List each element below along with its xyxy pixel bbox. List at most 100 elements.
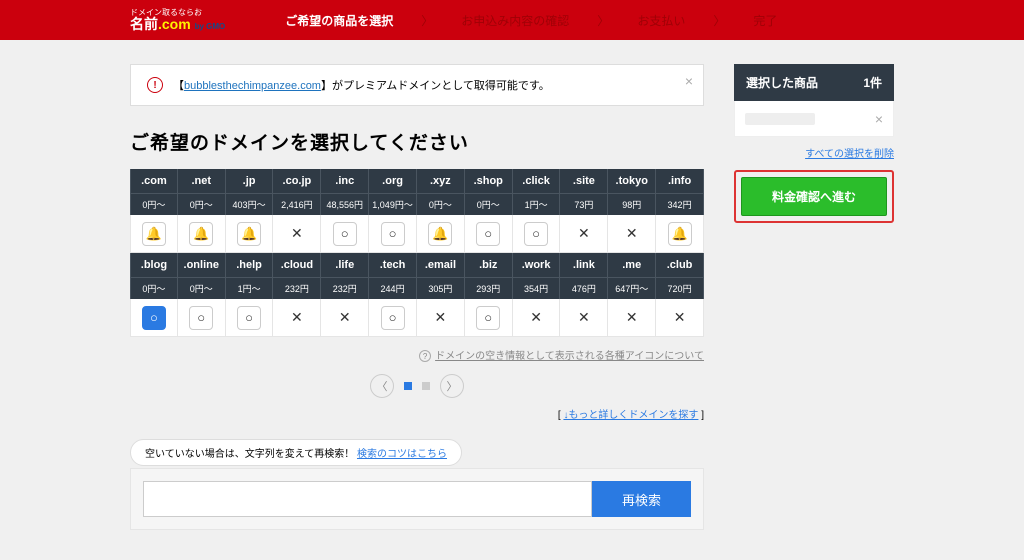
tld-name: .xyz (417, 169, 465, 193)
tld-status-cell[interactable]: ✕ (273, 215, 321, 253)
tld-status-cell[interactable]: ○ (321, 215, 369, 253)
select-circle-icon[interactable]: ○ (333, 222, 357, 246)
proceed-button[interactable]: 料金確認へ進む (741, 177, 887, 216)
tld-price: 1円～ (513, 193, 561, 215)
tld-status-cell[interactable]: ✕ (417, 299, 465, 337)
tld-price-row: 0円～0円～403円～2,416円48,556円1,049円～0円～0円～1円～… (130, 193, 704, 215)
tld-name: .online (178, 253, 226, 277)
bell-icon[interactable]: 🔔 (237, 222, 261, 246)
tld-status-cell[interactable]: ○ (226, 299, 274, 337)
unavailable-icon: ✕ (435, 309, 447, 326)
cart-clear-row: すべての選択を削除 (734, 145, 894, 160)
bell-icon[interactable]: 🔔 (189, 222, 213, 246)
bell-icon[interactable]: 🔔 (142, 222, 166, 246)
tld-name: .tech (369, 253, 417, 277)
select-circle-icon[interactable]: ○ (476, 306, 500, 330)
tld-status-cell[interactable]: ✕ (321, 299, 369, 337)
tld-status-cell[interactable]: ✕ (560, 299, 608, 337)
tld-price-row: 0円～0円～1円～232円232円244円305円293円354円476円647… (130, 277, 704, 299)
tld-price: 305円 (417, 277, 465, 299)
cart-item-remove-icon[interactable]: × (875, 111, 883, 127)
tld-name: .work (513, 253, 561, 277)
tld-price: 476円 (560, 277, 608, 299)
icon-legend-link[interactable]: ドメインの空き情報として表示される各種アイコンについて (435, 351, 704, 362)
pager-next-icon[interactable]: 〉 (440, 374, 464, 398)
tld-status-cell[interactable]: ○ (369, 215, 417, 253)
notice-domain-link[interactable]: bubblesthechimpanzee.com (184, 80, 321, 92)
select-circle-icon[interactable]: ○ (476, 222, 500, 246)
step-1: ご希望の商品を選択 (285, 12, 393, 29)
select-circle-icon[interactable]: ○ (237, 306, 261, 330)
select-circle-icon[interactable]: ○ (381, 306, 405, 330)
more-domains-link[interactable]: ↓もっと詳しくドメインを探す (563, 410, 698, 421)
tld-status-cell[interactable]: 🔔 (417, 215, 465, 253)
tld-price: 342円 (656, 193, 704, 215)
notice-close-icon[interactable]: × (685, 73, 693, 89)
tld-status-cell[interactable]: 🔔 (226, 215, 274, 253)
unavailable-icon: ✕ (578, 309, 590, 326)
tld-status-cell[interactable]: ✕ (513, 299, 561, 337)
help-icon: ? (419, 350, 431, 362)
cart-clear-link[interactable]: すべての選択を削除 (805, 149, 894, 160)
domain-search-input[interactable] (143, 481, 592, 517)
pager-prev-icon[interactable]: 〈 (370, 374, 394, 398)
tld-status-row: ○ ○ ○ ✕ ✕ ○ ✕ ○ ✕ ✕ ✕ ✕ (130, 299, 704, 337)
tld-status-cell[interactable]: ✕ (656, 299, 704, 337)
tld-status-cell[interactable]: ○ (465, 215, 513, 253)
bell-icon[interactable]: 🔔 (668, 222, 692, 246)
tld-price: 0円～ (465, 193, 513, 215)
select-circle-icon[interactable]: ○ (189, 306, 213, 330)
tld-name: .link (560, 253, 608, 277)
tld-name: .co.jp (273, 169, 321, 193)
tld-name: .info (656, 169, 704, 193)
tld-price: 232円 (321, 277, 369, 299)
page-heading: ご希望のドメインを選択してください (130, 128, 704, 155)
pager-dot-2[interactable] (422, 382, 430, 390)
select-circle-icon[interactable]: ○ (142, 306, 166, 330)
tld-status-row: 🔔🔔🔔✕○○🔔○○✕✕🔔 (130, 215, 704, 253)
select-circle-icon[interactable]: ○ (524, 222, 548, 246)
tld-status-cell[interactable]: ✕ (608, 299, 656, 337)
pager-dot-1[interactable] (404, 382, 412, 390)
tld-status-cell[interactable]: ✕ (273, 299, 321, 337)
tld-price: 0円～ (130, 277, 178, 299)
unavailable-icon: ✕ (291, 309, 303, 326)
tld-status-cell[interactable]: ✕ (608, 215, 656, 253)
cart-header: 選択した商品 1件 (734, 64, 894, 101)
tld-status-cell[interactable]: 🔔 (656, 215, 704, 253)
tld-name: .site (560, 169, 608, 193)
tld-price: 354円 (513, 277, 561, 299)
tld-status-cell[interactable]: ✕ (560, 215, 608, 253)
tld-status-cell[interactable]: ○ (465, 299, 513, 337)
step-sep: 〉 (713, 12, 725, 29)
premium-notice: ! 【bubblesthechimpanzee.com】がプレミアムドメインとし… (130, 64, 704, 106)
tld-price: 403円～ (226, 193, 274, 215)
tld-name: .tokyo (608, 169, 656, 193)
search-tip-link[interactable]: 検索のコツはこちら (357, 449, 447, 460)
tld-status-cell[interactable]: ○ (513, 215, 561, 253)
logo-main: 名前.com by GMO (130, 17, 225, 31)
tld-table: .com.net.jp.co.jp.inc.org.xyz.shop.click… (130, 169, 704, 337)
unavailable-icon: ✕ (674, 309, 686, 326)
unavailable-icon: ✕ (291, 225, 303, 242)
tld-name: .life (321, 253, 369, 277)
search-button[interactable]: 再検索 (592, 481, 691, 517)
tld-status-cell[interactable]: 🔔 (178, 215, 226, 253)
bell-icon[interactable]: 🔔 (428, 222, 452, 246)
tld-name: .biz (465, 253, 513, 277)
icon-legend-link-row: ? ドメインの空き情報として表示される各種アイコンについて (130, 347, 704, 362)
site-logo[interactable]: ドメイン取るならお 名前.com by GMO (130, 9, 225, 31)
select-circle-icon[interactable]: ○ (381, 222, 405, 246)
tld-price: 48,556円 (321, 193, 369, 215)
step-sep: 〉 (597, 12, 609, 29)
tld-status-cell[interactable]: ○ (369, 299, 417, 337)
tld-name: .org (369, 169, 417, 193)
tld-status-cell[interactable]: ○ (130, 299, 178, 337)
tld-status-cell[interactable]: 🔔 (130, 215, 178, 253)
tld-name: .cloud (273, 253, 321, 277)
unavailable-icon: ✕ (339, 309, 351, 326)
cart-item-name (745, 113, 815, 125)
tld-price: 0円～ (178, 277, 226, 299)
tld-status-cell[interactable]: ○ (178, 299, 226, 337)
step-4: 完了 (753, 12, 777, 29)
